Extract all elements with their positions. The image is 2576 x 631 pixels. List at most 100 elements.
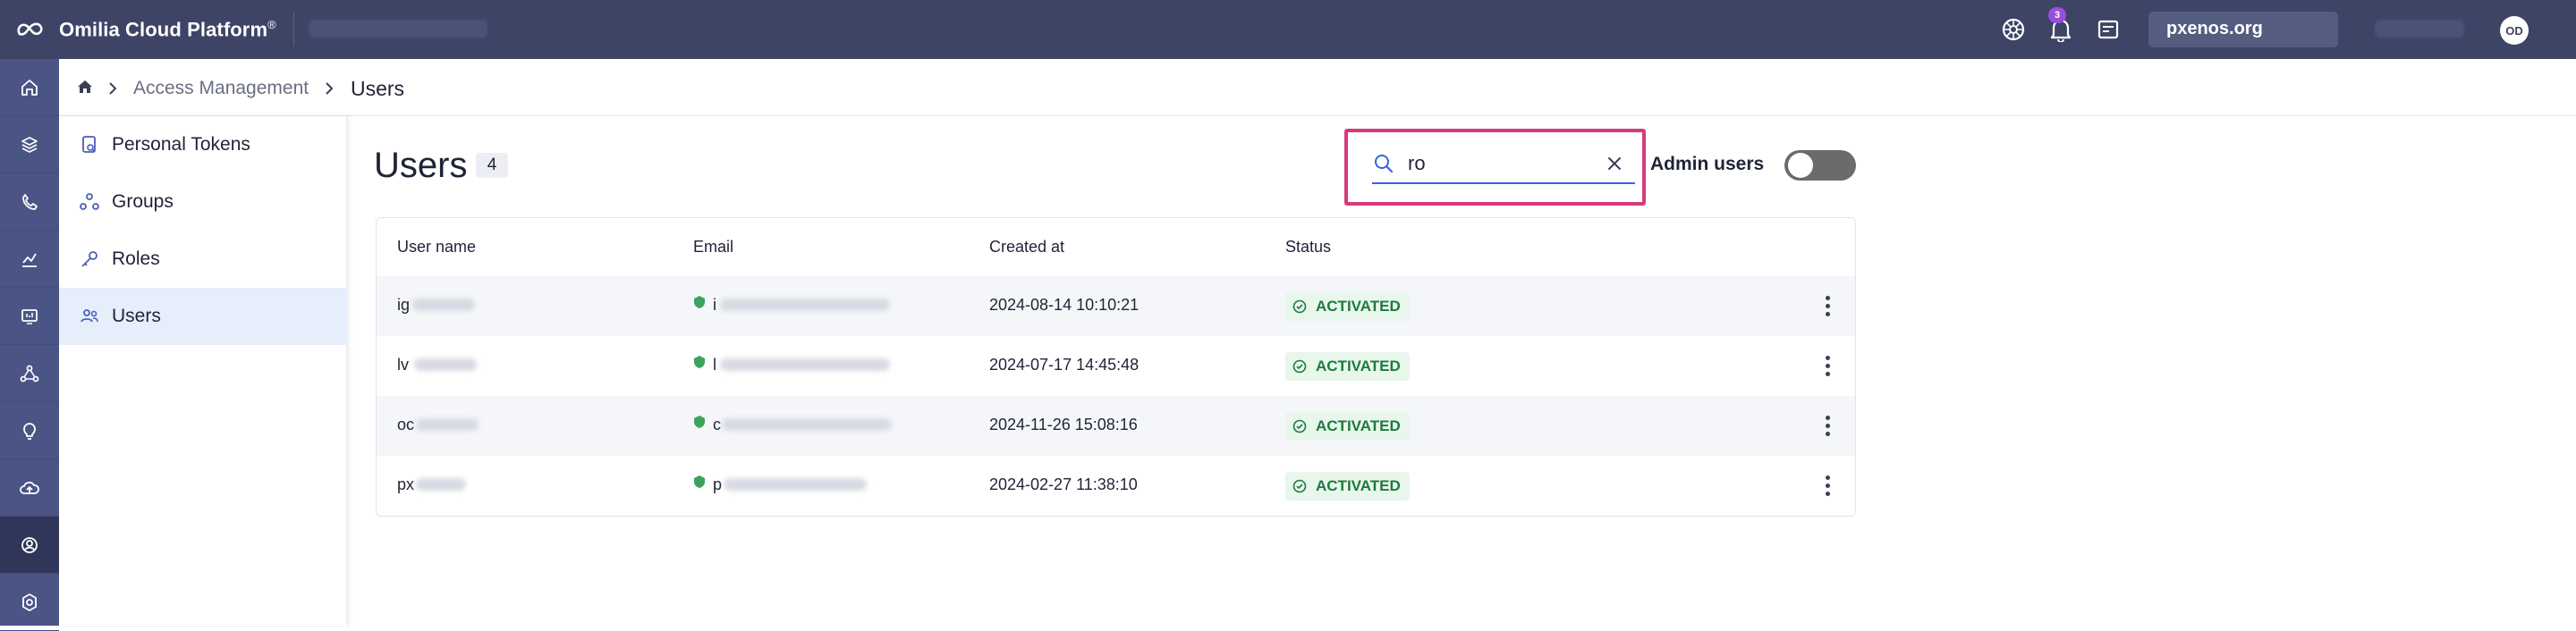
breadcrumb-current: Users <box>351 77 405 100</box>
status-label: ACTIVATED <box>1316 477 1401 494</box>
rail-settings[interactable] <box>0 574 59 631</box>
blurred-context-selector[interactable] <box>309 20 487 38</box>
access-management-subnav: Personal Tokens Groups Roles Users <box>59 116 347 626</box>
subnav-item-users[interactable]: Users <box>59 288 347 345</box>
breadcrumb-home-icon[interactable] <box>77 79 93 99</box>
email-cell: p <box>713 475 723 493</box>
blurred-user-name <box>416 478 466 491</box>
rail-access-management[interactable] <box>0 517 59 574</box>
clear-search-icon[interactable] <box>1606 156 1623 176</box>
notifications-count-badge: 3 <box>2048 7 2066 23</box>
user-name-cell: px <box>397 475 415 493</box>
omilia-logo-icon <box>14 18 47 41</box>
settings-icon <box>22 593 37 611</box>
row-actions-icon[interactable] <box>1818 352 1836 379</box>
layers-icon <box>21 136 38 153</box>
release-notes-icon[interactable] <box>2095 16 2122 43</box>
email-cell: c <box>713 416 721 433</box>
help-wheel-icon[interactable] <box>2000 16 2027 43</box>
check-circle-icon <box>1292 479 1307 493</box>
main-navigation-rail <box>0 59 59 631</box>
toggle-knob <box>1788 153 1813 178</box>
blurred-user-name <box>416 418 479 431</box>
blurred-email <box>720 358 890 371</box>
users-icon <box>80 309 98 323</box>
status-badge: ACTIVATED <box>1285 412 1410 441</box>
rail-deployments[interactable] <box>0 459 59 517</box>
table-row[interactable]: oc c 2024-11-26 15:08:16 ACTIVATED <box>377 396 1855 456</box>
user-name-cell: oc <box>397 416 415 433</box>
admin-users-label: Admin users <box>1650 154 1765 174</box>
home-icon <box>21 79 38 96</box>
rail-phone[interactable] <box>0 173 59 231</box>
row-actions-icon[interactable] <box>1818 412 1836 439</box>
check-circle-icon <box>1292 419 1307 433</box>
search-input[interactable] <box>1408 150 1587 177</box>
subnav-item-label: Personal Tokens <box>112 134 250 155</box>
column-header-email[interactable]: Email <box>693 238 733 257</box>
created-at-cell: 2024-07-17 14:45:48 <box>989 356 1140 374</box>
rail-home[interactable] <box>0 59 59 116</box>
created-at-cell: 2024-08-14 10:10:21 <box>989 296 1140 314</box>
table-header: User name Email Created at Status <box>377 218 1855 276</box>
status-label: ACTIVATED <box>1316 298 1401 315</box>
bulb-icon <box>23 422 36 440</box>
verified-email-icon <box>693 295 706 314</box>
column-header-created-at[interactable]: Created at <box>989 238 1064 257</box>
rail-insights[interactable] <box>0 402 59 459</box>
status-badge: ACTIVATED <box>1285 292 1410 321</box>
row-actions-icon[interactable] <box>1818 472 1836 499</box>
token-icon <box>82 136 96 153</box>
app-brand[interactable]: Omilia Cloud Platform® <box>59 18 276 41</box>
chart-icon <box>22 253 37 267</box>
column-header-status[interactable]: Status <box>1285 238 1331 257</box>
blurred-user-name <box>412 299 475 311</box>
blurred-email <box>724 478 867 491</box>
table-row[interactable]: ig i 2024-08-14 10:10:21 ACTIVATED <box>377 276 1855 336</box>
subnav-item-label: Groups <box>112 191 174 212</box>
verified-email-icon <box>693 415 706 433</box>
verified-email-icon <box>693 475 706 493</box>
check-circle-icon <box>1292 359 1307 374</box>
column-header-user-name[interactable]: User name <box>397 238 476 257</box>
rail-layers[interactable] <box>0 116 59 173</box>
blurred-user-name <box>414 358 477 371</box>
groups-icon <box>80 193 99 210</box>
rail-monitor[interactable] <box>0 288 59 345</box>
users-count-badge: 4 <box>476 153 508 178</box>
status-badge: ACTIVATED <box>1285 472 1410 501</box>
search-field[interactable] <box>1372 145 1635 184</box>
subnav-item-label: Roles <box>112 248 160 269</box>
search-icon <box>1374 154 1394 178</box>
subnav-item-roles[interactable]: Roles <box>59 231 347 288</box>
admin-users-toggle[interactable] <box>1784 150 1856 181</box>
blurred-email <box>720 299 890 311</box>
table-row[interactable]: lv l 2024-07-17 14:45:48 ACTIVATED <box>377 336 1855 396</box>
blurred-user-name <box>2375 20 2464 38</box>
status-label: ACTIVATED <box>1316 358 1401 374</box>
rail-analytics[interactable] <box>0 231 59 288</box>
users-table: User name Email Created at Status ig i 2… <box>376 217 1856 517</box>
subnav-item-groups[interactable]: Groups <box>59 173 347 231</box>
breadcrumb-access-management[interactable]: Access Management <box>133 78 309 99</box>
breadcrumb: Access Management Users <box>59 59 2576 116</box>
page-title: Users <box>374 146 468 185</box>
user-avatar[interactable]: OD <box>2500 16 2529 45</box>
rail-flows[interactable] <box>0 345 59 402</box>
row-actions-icon[interactable] <box>1818 292 1836 319</box>
top-bar: Omilia Cloud Platform® 3 pxenos.org OD <box>0 0 2576 59</box>
user-name-cell: lv <box>397 356 409 374</box>
user-name-cell: ig <box>397 296 411 314</box>
cloud-upload-icon <box>20 481 39 494</box>
access-management-icon <box>21 536 38 553</box>
phone-icon <box>22 193 38 210</box>
key-icon <box>81 251 97 267</box>
created-at-cell: 2024-02-27 11:38:10 <box>989 475 1138 493</box>
organization-selector[interactable]: pxenos.org <box>2148 12 2338 47</box>
table-row[interactable]: px p 2024-02-27 11:38:10 ACTIVATED <box>377 456 1855 516</box>
created-at-cell: 2024-11-26 15:08:16 <box>989 416 1138 433</box>
email-cell: l <box>713 356 716 374</box>
email-cell: i <box>713 296 716 314</box>
subnav-item-personal-tokens[interactable]: Personal Tokens <box>59 116 347 173</box>
chevron-right-icon <box>108 81 117 100</box>
